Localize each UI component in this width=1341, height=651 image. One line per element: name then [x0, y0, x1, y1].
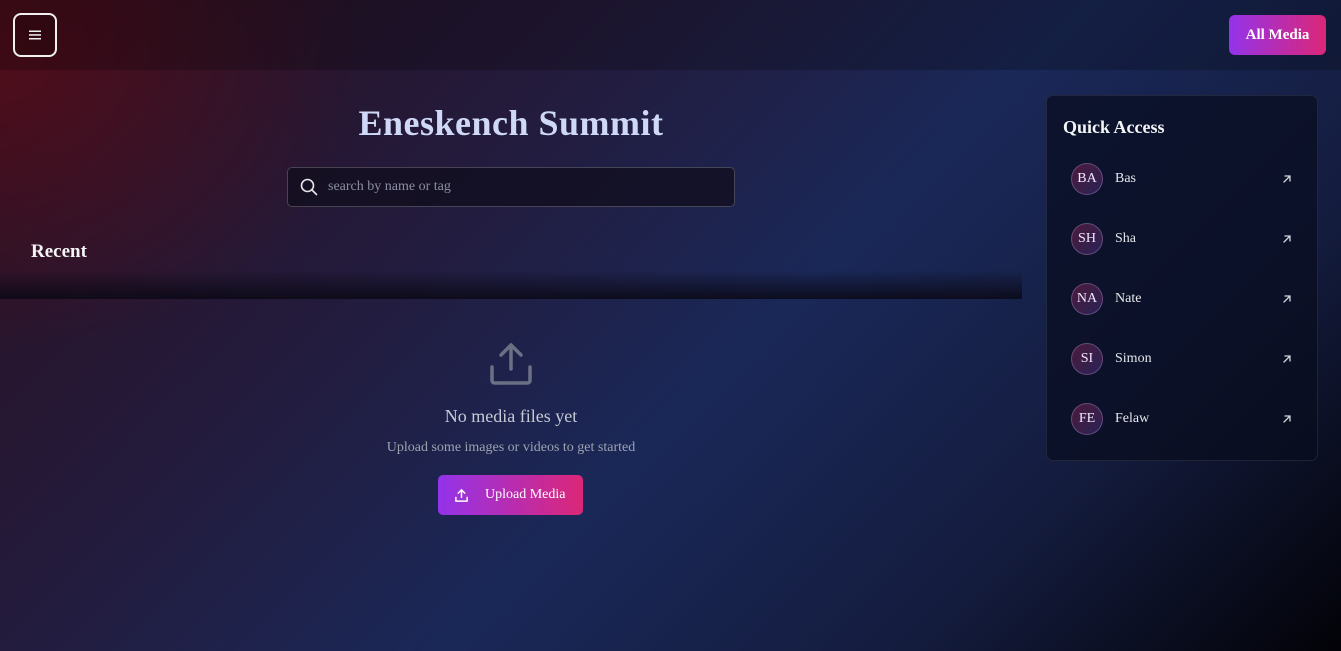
quick-access-item-bas[interactable]: BA Bas — [1063, 156, 1303, 202]
empty-state-subtitle: Upload some images or videos to get star… — [386, 440, 636, 455]
upload-icon — [490, 343, 532, 385]
arrow-up-right-icon — [1283, 295, 1291, 303]
recent-heading: Recent — [31, 241, 87, 262]
avatar: SH — [1071, 223, 1103, 255]
avatar: BA — [1071, 163, 1103, 195]
page-title: Eneskench Summit — [358, 103, 664, 143]
upload-icon — [455, 488, 468, 502]
quick-access-name: Bas — [1115, 171, 1136, 186]
arrow-up-right-icon — [1283, 235, 1291, 243]
upload-media-label: Upload Media — [485, 487, 566, 502]
avatar: FE — [1071, 403, 1103, 435]
quick-access-panel: Quick Access BA Bas SH Sha NA Nate SI Si… — [1046, 95, 1318, 461]
empty-state-title: No media files yet — [444, 406, 578, 426]
menu-button[interactable] — [13, 13, 57, 57]
hamburger-menu-icon — [29, 30, 41, 40]
arrow-up-right-icon — [1283, 415, 1291, 423]
quick-access-item-felaw[interactable]: FE Felaw — [1063, 396, 1303, 442]
search-icon — [300, 178, 318, 196]
quick-access-name: Simon — [1115, 351, 1152, 366]
search-bar[interactable] — [287, 167, 735, 207]
quick-access-name: Felaw — [1115, 411, 1150, 426]
all-media-button[interactable]: All Media — [1229, 15, 1326, 55]
quick-access-item-sha[interactable]: SH Sha — [1063, 216, 1303, 262]
recent-media-strip — [0, 270, 1022, 299]
quick-access-name: Nate — [1115, 291, 1142, 306]
arrow-up-right-icon — [1283, 355, 1291, 363]
top-bar: All Media — [0, 0, 1341, 70]
avatar: NA — [1071, 283, 1103, 315]
upload-media-button[interactable]: Upload Media — [438, 475, 583, 515]
search-input[interactable] — [328, 179, 734, 195]
quick-access-item-simon[interactable]: SI Simon — [1063, 336, 1303, 382]
avatar: SI — [1071, 343, 1103, 375]
arrow-up-right-icon — [1283, 175, 1291, 183]
quick-access-name: Sha — [1115, 231, 1136, 246]
quick-access-item-nate[interactable]: NA Nate — [1063, 276, 1303, 322]
quick-access-title: Quick Access — [1063, 117, 1165, 137]
